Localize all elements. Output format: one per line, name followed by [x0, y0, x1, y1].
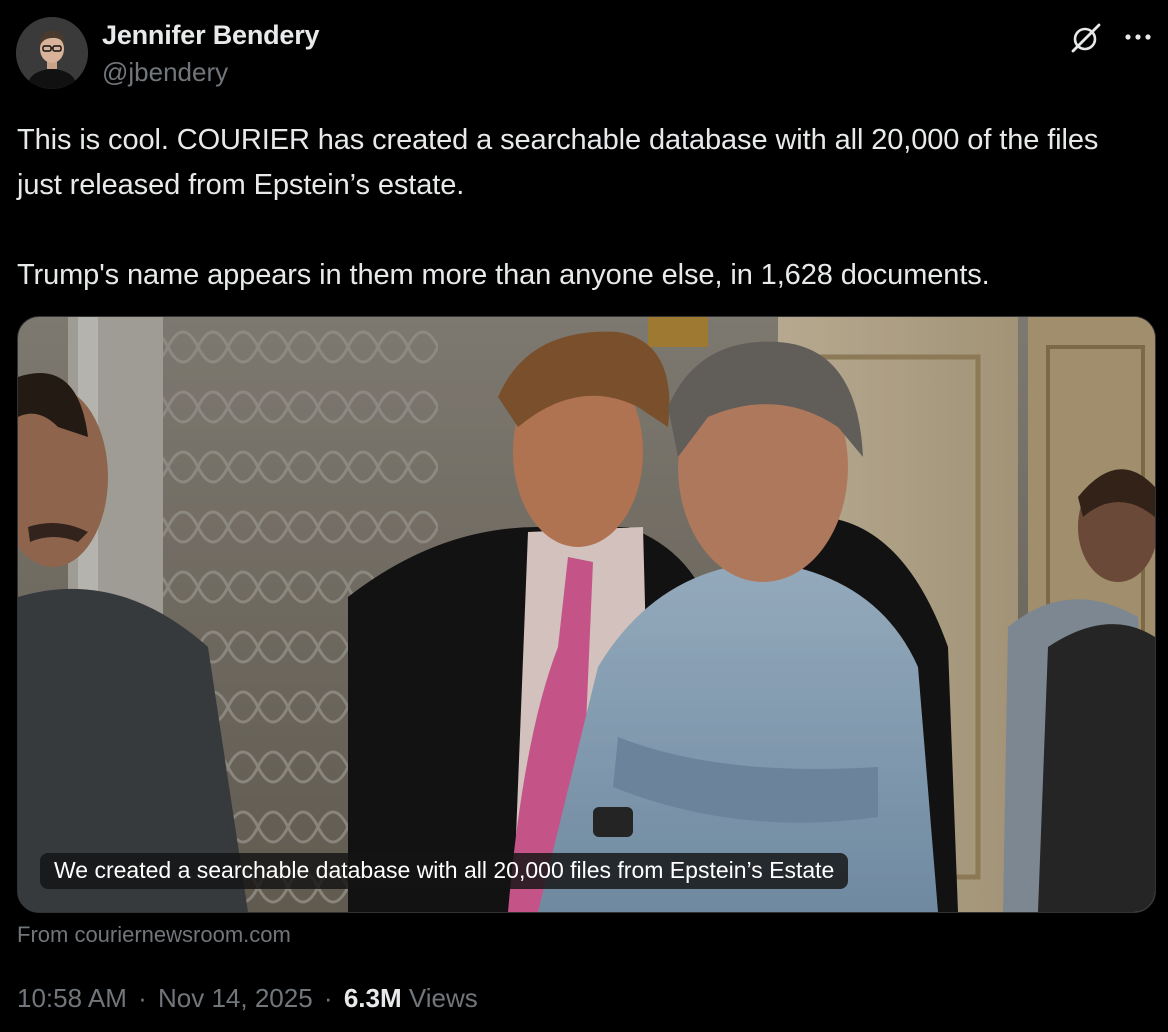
author-handle[interactable]: @jbendery	[102, 57, 228, 88]
grok-icon	[1071, 23, 1101, 53]
card-caption: We created a searchable database with al…	[40, 853, 849, 889]
tweet-paragraph-1: This is cool. COURIER has created a sear…	[17, 124, 1099, 201]
meta-separator: ·	[323, 983, 333, 1013]
avatar[interactable]	[16, 17, 88, 89]
author-name[interactable]: Jennifer Bendery	[102, 20, 320, 51]
tweet-meta: 10:58 AM · Nov 14, 2025 · 6.3M Views	[17, 983, 478, 1014]
more-button[interactable]	[1118, 22, 1158, 52]
card-image	[18, 317, 1155, 912]
views-label[interactable]: Views	[409, 983, 478, 1013]
meta-separator: ·	[138, 983, 147, 1013]
card-source[interactable]: From couriernewsroom.com	[17, 922, 291, 948]
grok-button[interactable]	[1066, 20, 1106, 56]
link-card[interactable]: We created a searchable database with al…	[17, 316, 1156, 913]
more-icon	[1125, 34, 1151, 40]
views-count[interactable]: 6.3M	[344, 983, 402, 1013]
avatar-image	[16, 17, 88, 89]
tweet-paragraph-2: Trump's name appears in them more than a…	[17, 259, 990, 291]
tweet-time[interactable]: 10:58 AM	[17, 983, 127, 1013]
tweet-date[interactable]: Nov 14, 2025	[158, 983, 313, 1013]
tweet-text: This is cool. COURIER has created a sear…	[17, 118, 1147, 298]
